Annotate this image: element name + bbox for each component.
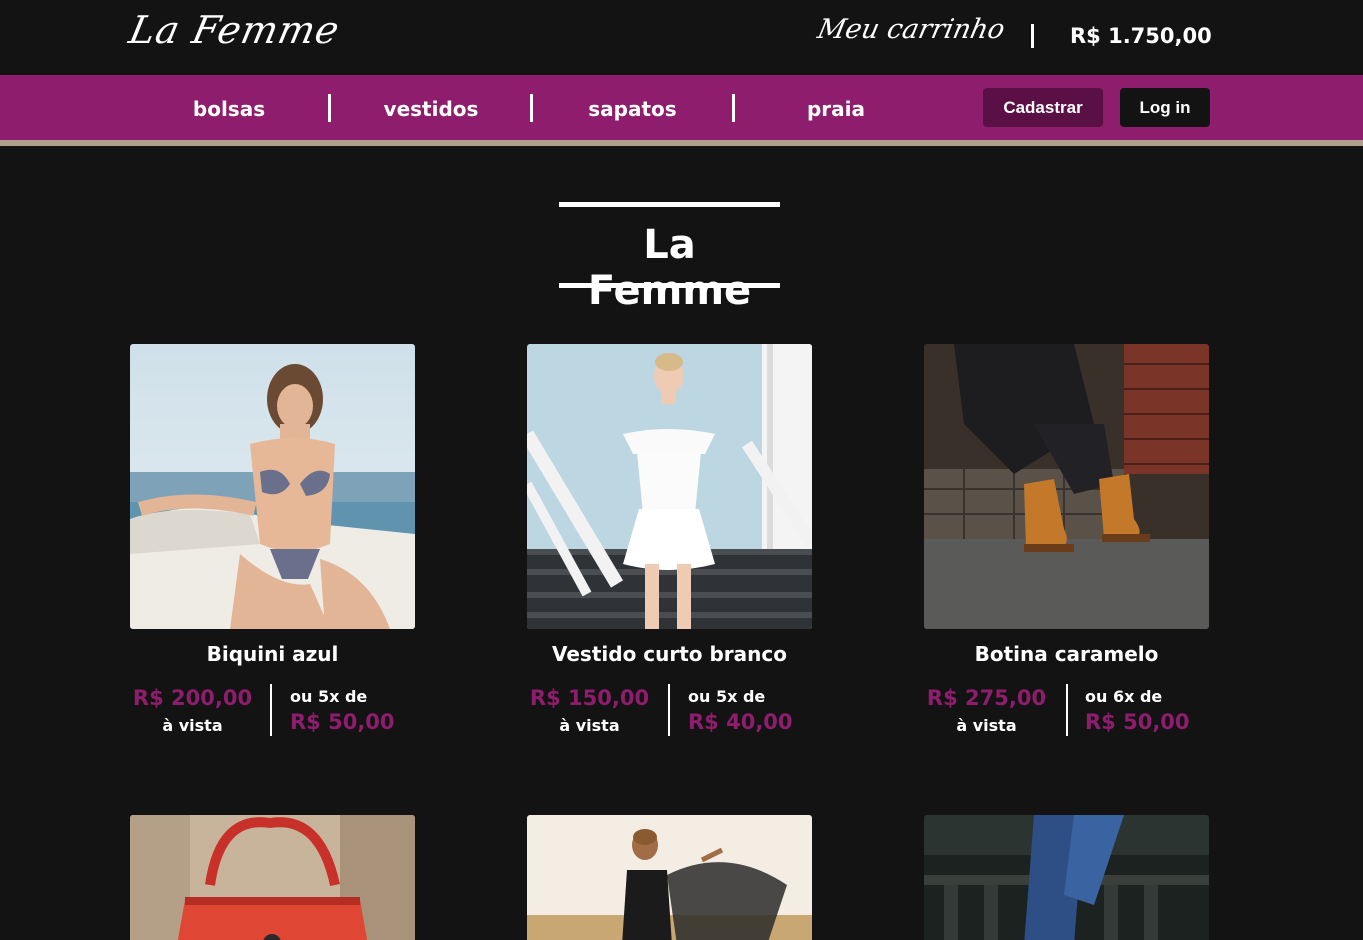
product-installment-value: R$ 50,00 — [290, 710, 395, 734]
product-image-jeans[interactable] — [924, 815, 1209, 940]
register-button[interactable]: Cadastrar — [983, 88, 1103, 127]
title-rule-bottom — [559, 283, 780, 288]
product-card[interactable] — [527, 815, 812, 940]
price-divider — [1066, 684, 1068, 736]
product-name[interactable]: Vestido curto branco — [527, 642, 812, 666]
product-card[interactable]: Botina caramelo R$ 275,00 à vista ou 6x … — [924, 344, 1209, 736]
title-rule-top — [559, 202, 780, 207]
nav-link-praia[interactable]: praia — [800, 97, 872, 121]
page-title: La Femme — [587, 222, 752, 314]
product-card[interactable] — [924, 815, 1209, 940]
logo[interactable]: La Femme — [125, 8, 344, 52]
product-cash-label: à vista — [162, 716, 223, 735]
product-cash-price: R$ 200,00 — [132, 686, 253, 710]
product-cash-price: R$ 275,00 — [926, 686, 1047, 710]
product-cash-label: à vista — [559, 716, 620, 735]
product-cash-price: R$ 150,00 — [529, 686, 650, 710]
product-card[interactable] — [130, 815, 415, 940]
nav-link-sapatos[interactable]: sapatos — [585, 97, 680, 121]
nav-separator — [530, 94, 533, 122]
cart-link[interactable]: Meu carrinho — [815, 14, 1008, 45]
product-card[interactable]: Vestido curto branco R$ 150,00 à vista o… — [527, 344, 812, 736]
nav-link-bolsas[interactable]: bolsas — [190, 97, 268, 121]
product-image-boots[interactable] — [924, 344, 1209, 629]
product-installments-label: ou 6x de — [1085, 687, 1163, 706]
product-image-bikini[interactable] — [130, 344, 415, 629]
nav-separator — [328, 94, 331, 122]
product-image-handbag[interactable] — [130, 815, 415, 940]
login-button[interactable]: Log in — [1120, 88, 1210, 127]
product-cash-label: à vista — [956, 716, 1017, 735]
product-name[interactable]: Biquini azul — [130, 642, 415, 666]
product-image-black-dress[interactable] — [527, 815, 812, 940]
product-installment-value: R$ 50,00 — [1085, 710, 1190, 734]
product-name[interactable]: Botina caramelo — [924, 642, 1209, 666]
product-card[interactable]: Biquini azul R$ 200,00 à vista ou 5x de … — [130, 344, 415, 736]
cart-total: R$ 1.750,00 — [1070, 24, 1212, 48]
product-image-dress[interactable] — [527, 344, 812, 629]
nav-separator — [732, 94, 735, 122]
product-installments-label: ou 5x de — [688, 687, 766, 706]
nav-divider-strip — [0, 140, 1363, 146]
cart-divider — [1031, 24, 1034, 48]
nav-link-vestidos[interactable]: vestidos — [380, 97, 482, 121]
product-installment-value: R$ 40,00 — [688, 710, 793, 734]
product-installments-label: ou 5x de — [290, 687, 368, 706]
price-divider — [270, 684, 272, 736]
price-divider — [668, 684, 670, 736]
